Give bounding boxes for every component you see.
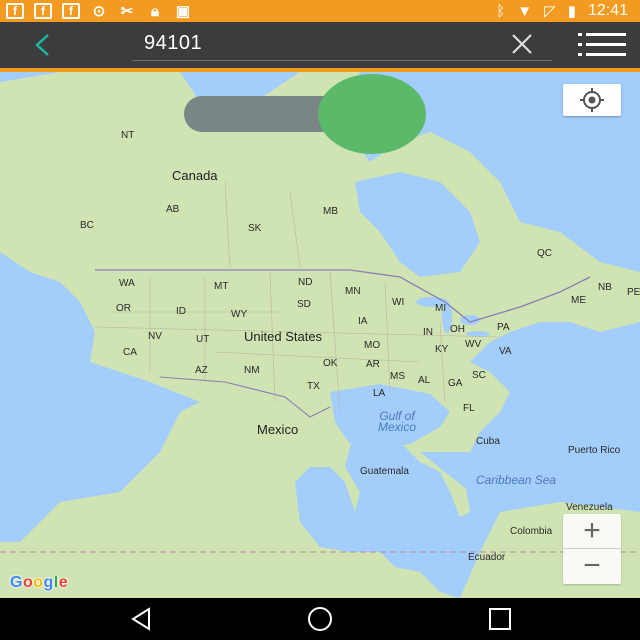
map-label-mb: MB (323, 206, 338, 217)
map-label-mi: MI (435, 303, 447, 314)
map-label-ms: MS (390, 371, 405, 382)
map-label-gulf-of-mexico: Gulf of Mexico (377, 409, 416, 434)
map-label-fl: FL (463, 403, 475, 414)
map-label-mexico: Mexico (257, 422, 299, 437)
alarm-icon: ⊙ (92, 2, 106, 20)
map-label-mo: MO (364, 340, 381, 351)
back-button[interactable] (28, 30, 58, 60)
lock-icon: 🔒︎ (151, 2, 159, 20)
battery-charging-icon: ▮ (567, 3, 576, 20)
nav-recent-apps-button[interactable] (485, 604, 515, 634)
map-label-id: ID (176, 306, 186, 317)
nav-home-button[interactable] (305, 604, 335, 634)
map-label-ok: OK (323, 358, 338, 369)
facebook-icon: f (34, 3, 52, 19)
map-label-canada: Canada (172, 168, 218, 183)
wifi-icon: ▼ (517, 2, 533, 20)
map-label-venezuela: Venezuela (566, 502, 613, 513)
zoom-controls: + − (563, 514, 621, 584)
map-label-qc: QC (537, 248, 552, 259)
search-toolbar: 94101 (0, 22, 640, 68)
map-label-pe: PE (627, 287, 640, 298)
search-value[interactable]: 94101 (144, 32, 202, 55)
map-label-us: United States (244, 329, 323, 344)
map-label-la: LA (373, 388, 386, 399)
map-label-nt: NT (121, 130, 135, 141)
map-label-mt: MT (214, 281, 229, 292)
facebook-icon: f (6, 3, 24, 19)
map-label-ga: GA (448, 378, 463, 389)
map-label-ecuador: Ecuador (468, 552, 506, 563)
map-label-pa: PA (497, 322, 510, 333)
bluetooth-icon: ᛒ (496, 2, 506, 20)
map-label-in: IN (423, 327, 433, 338)
map-label-nb: NB (598, 282, 612, 293)
map-label-va: VA (499, 346, 512, 357)
map-label-az: AZ (195, 365, 208, 376)
nav-back-button[interactable] (127, 604, 157, 634)
map-label-wi: WI (392, 297, 405, 308)
map-label-puerto-rico: Puerto Rico (568, 445, 621, 456)
my-location-button[interactable] (563, 84, 621, 116)
zoom-in-button[interactable]: + (563, 514, 621, 549)
status-bar: f f f ⊙ ✂ 🔒︎ ▣ ᛒ ▼ ◸ ▮ 12:41 (0, 0, 640, 22)
map-label-wy: WY (231, 309, 248, 320)
map-label-caribbean-sea: Caribbean Sea (476, 473, 557, 487)
map-label-sc: SC (472, 370, 486, 381)
map-label-bc: BC (80, 220, 94, 231)
map-label-guatemala: Guatemala (360, 466, 409, 477)
android-icon: ▣ (175, 2, 191, 20)
tools-icon: ✂ (120, 2, 134, 20)
toggle-switch[interactable] (184, 74, 426, 154)
search-input[interactable]: 94101 (132, 28, 552, 61)
map-label-ar: AR (366, 359, 380, 370)
toggle-knob[interactable] (318, 74, 426, 154)
map-label-ky: KY (435, 344, 449, 355)
recent-square-icon (489, 608, 511, 630)
map-label-or: OR (116, 303, 131, 314)
map-label-cuba: Cuba (476, 436, 500, 447)
system-navigation-bar (0, 598, 640, 640)
facebook-icon: f (62, 3, 80, 19)
map-label-ut: UT (196, 334, 210, 345)
map-label-ca: CA (123, 347, 137, 358)
zoom-out-button[interactable]: − (563, 549, 621, 583)
map-label-colombia: Colombia (510, 526, 553, 537)
clear-search-button[interactable] (508, 30, 536, 58)
map-label-nd: ND (298, 277, 313, 288)
menu-button[interactable] (578, 31, 626, 59)
no-signal-icon: ◸ (544, 3, 556, 20)
map-label-wv: WV (465, 339, 482, 350)
map-label-nv: NV (148, 331, 162, 342)
clock: 12:41 (587, 2, 628, 19)
map-label-ia: IA (358, 316, 368, 327)
crosshair-icon (580, 88, 604, 112)
map-label-oh: OH (450, 324, 465, 335)
map-view[interactable]: NT Canada AB BC SK MB QC WA MT ND MN SD … (0, 72, 640, 598)
map-label-al: AL (418, 375, 431, 386)
map-label-sd: SD (297, 299, 311, 310)
list-menu-icon (578, 33, 626, 56)
home-circle-icon (308, 607, 332, 631)
map-label-mn: MN (345, 286, 361, 297)
map-label-sk: SK (248, 223, 262, 234)
triangle-back-icon (131, 607, 150, 631)
map-label-tx: TX (307, 381, 320, 392)
close-icon (512, 34, 532, 54)
map-label-nm: NM (244, 365, 260, 376)
back-arrow-icon (35, 34, 49, 56)
map-label-wa: WA (119, 278, 135, 289)
map-label-me: ME (571, 295, 586, 306)
google-attribution-logo: Google (10, 574, 69, 591)
map-label-ab: AB (166, 204, 180, 215)
